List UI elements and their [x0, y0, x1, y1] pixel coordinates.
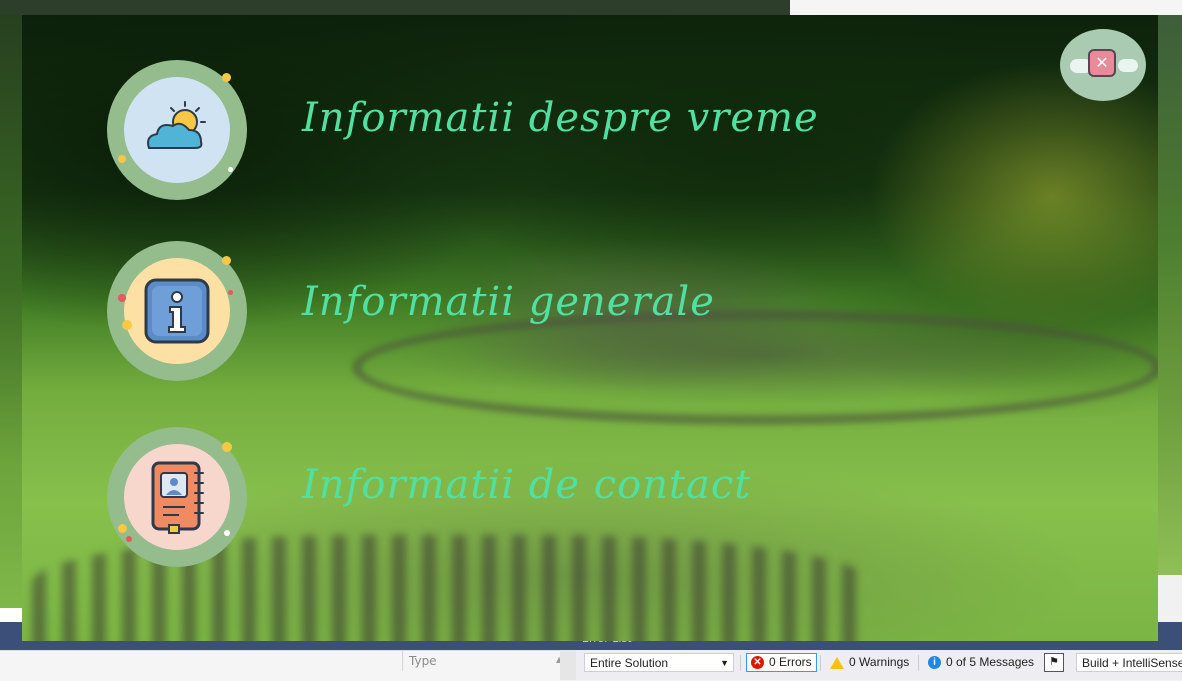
ide-output-panel: Type ▲: [0, 650, 562, 681]
menu-label-general: Informatii generale: [302, 279, 715, 325]
messages-count: 0 of 5 Messages: [946, 655, 1035, 669]
errors-count: 0 Errors: [769, 655, 812, 669]
type-column-header[interactable]: Type: [402, 651, 437, 671]
warnings-filter-button[interactable]: 0 Warnings: [826, 653, 913, 672]
ide-background-left-panel: [0, 608, 22, 622]
info-square-icon: [144, 278, 210, 344]
menu-item-weather[interactable]: Informatii despre vreme: [22, 55, 1158, 205]
menu-item-general[interactable]: Informatii generale: [22, 237, 1158, 387]
errors-filter-button[interactable]: ✕ 0 Errors: [746, 653, 817, 672]
ide-background-top: [0, 0, 790, 15]
ide-background-right-panel: [1158, 575, 1182, 622]
build-filter-value: Build + IntelliSense: [1082, 656, 1182, 670]
info-icon: [107, 241, 247, 381]
weather-icon: [107, 60, 247, 200]
sun-cloud-icon: [147, 101, 206, 149]
toolbar-separator: [820, 655, 821, 671]
menu-label-contact: Informatii de contact: [302, 462, 752, 508]
ide-background-left: [0, 15, 22, 610]
panel-splitter[interactable]: [560, 650, 576, 680]
filter-icon[interactable]: ⚑: [1044, 653, 1064, 672]
address-book-icon: [151, 461, 204, 534]
warnings-count: 0 Warnings: [849, 655, 910, 669]
ide-background-top-right: [790, 0, 1182, 15]
scope-value: Entire Solution: [590, 656, 669, 670]
toolbar-separator: [740, 655, 741, 671]
build-filter-dropdown[interactable]: Build + IntelliSense: [1076, 653, 1182, 672]
chevron-down-icon: ▼: [720, 658, 729, 668]
toolbar-separator: [918, 655, 919, 671]
info-icon: i: [928, 656, 941, 669]
warning-icon: [830, 656, 844, 669]
menu-label-weather: Informatii despre vreme: [302, 95, 819, 141]
contact-book-icon: [107, 427, 247, 567]
app-window: ✕ Informatii despre vreme Informatii gen…: [22, 15, 1158, 641]
ide-background-right: [1158, 15, 1182, 575]
error-icon: ✕: [751, 656, 764, 669]
messages-filter-button[interactable]: i 0 of 5 Messages: [924, 653, 1038, 672]
scope-dropdown[interactable]: Entire Solution ▼: [584, 653, 734, 672]
menu-item-contact[interactable]: Informatii de contact: [22, 422, 1158, 572]
error-list-toolbar: Entire Solution ▼ ✕ 0 Errors 0 Warnings …: [576, 650, 1182, 680]
